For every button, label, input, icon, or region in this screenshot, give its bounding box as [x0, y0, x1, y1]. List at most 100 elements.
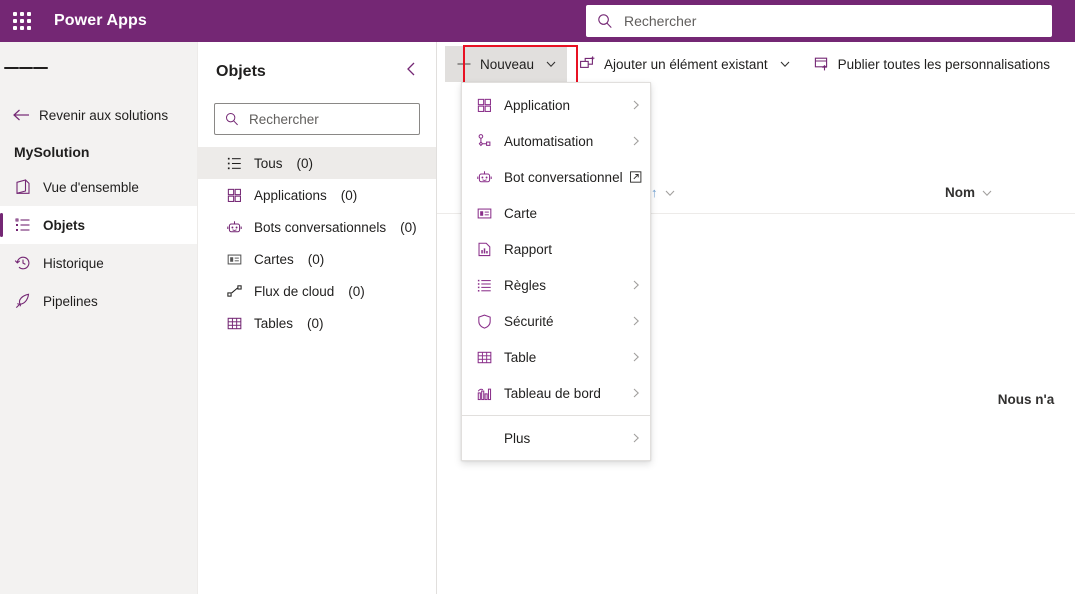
- column-header-name-label: Nom: [945, 185, 975, 200]
- brand-title[interactable]: Power Apps: [54, 12, 147, 30]
- filter-count-cloud-flows: (0): [348, 283, 365, 299]
- objects-panel: Objets Rechercher Tous (0) Applications …: [198, 42, 437, 594]
- history-clock-icon: [14, 256, 30, 270]
- menu-label-chatbot: Bot conversationnel: [504, 169, 623, 185]
- menu-item-rules[interactable]: Règles: [462, 267, 650, 303]
- chevron-left-icon[interactable]: [400, 56, 422, 87]
- menu-label-more: Plus: [504, 430, 531, 446]
- dashboard-chart-icon: [474, 383, 494, 403]
- sidebar-label-objects: Objets: [43, 217, 86, 233]
- table-icon: [227, 317, 242, 329]
- chevron-right-icon: [633, 388, 639, 398]
- filter-count-applications: (0): [340, 187, 358, 203]
- card-icon: [227, 254, 242, 264]
- rules-icon: [474, 275, 494, 295]
- hamburger-menu-icon[interactable]: [4, 46, 49, 90]
- command-bar: Nouveau Ajouter un élément existant Publ…: [437, 42, 1075, 86]
- filter-item-cards[interactable]: Cartes (0): [198, 243, 436, 275]
- rocket-icon: [15, 293, 30, 308]
- filter-label-all: Tous: [254, 155, 283, 171]
- new-dropdown-menu: Application Automatisation Bot conversat…: [461, 82, 651, 461]
- automation-icon: [474, 131, 494, 151]
- chevron-right-icon: [633, 316, 639, 326]
- filter-item-bots[interactable]: Bots conversationnels (0): [198, 211, 436, 243]
- menu-item-dashboard[interactable]: Tableau de bord: [462, 375, 650, 411]
- search-icon: [226, 113, 238, 126]
- filter-item-tables[interactable]: Tables (0): [198, 307, 436, 339]
- new-button[interactable]: Nouveau: [445, 46, 568, 82]
- objects-panel-title: Objets: [216, 62, 266, 80]
- column-header-name[interactable]: Nom: [945, 185, 993, 200]
- all-items-icon: [227, 157, 241, 169]
- chevron-right-icon: [633, 136, 639, 146]
- menu-item-chatbot[interactable]: Bot conversationnel: [462, 159, 650, 195]
- objects-search[interactable]: [214, 103, 420, 135]
- objects-filter-list: Tous (0) Applications (0) Bots conversat…: [198, 147, 436, 339]
- objects-panel-header: Objets: [198, 42, 436, 87]
- objects-search-input[interactable]: [249, 111, 410, 127]
- chevron-down-icon[interactable]: [981, 187, 993, 199]
- sidebar-item-objects[interactable]: Objets: [0, 206, 197, 244]
- sort-ascending-icon: ↑: [651, 185, 658, 200]
- menu-label-dashboard: Tableau de bord: [504, 385, 601, 401]
- menu-item-application[interactable]: Application: [462, 87, 650, 123]
- menu-item-table[interactable]: Table: [462, 339, 650, 375]
- global-search[interactable]: [586, 5, 1052, 37]
- sidebar-label-overview: Vue d'ensemble: [43, 179, 139, 195]
- filter-label-applications: Applications: [254, 187, 327, 203]
- back-to-solutions-label: Revenir aux solutions: [39, 107, 169, 123]
- menu-item-card[interactable]: Carte: [462, 195, 650, 231]
- app-launcher-icon[interactable]: [0, 0, 44, 42]
- table-icon: [474, 347, 494, 367]
- menu-item-report[interactable]: Rapport: [462, 231, 650, 267]
- plus-icon: [457, 57, 471, 71]
- chevron-right-icon: [633, 433, 639, 443]
- filter-count-all: (0): [296, 155, 314, 171]
- overview-icon: [16, 179, 30, 195]
- menu-label-security: Sécurité: [504, 313, 554, 329]
- menu-label-table: Table: [504, 349, 537, 365]
- apps-grid-icon: [474, 95, 494, 115]
- power-apps-window: Power Apps Revenir aux solutions MySolut…: [0, 0, 1075, 594]
- back-to-solutions-button[interactable]: Revenir aux solutions: [0, 98, 197, 132]
- chevron-down-icon[interactable]: [664, 187, 676, 199]
- global-search-input[interactable]: [624, 13, 1042, 29]
- filter-count-bots: (0): [400, 219, 417, 235]
- apps-grid-icon: [227, 188, 241, 202]
- search-icon: [598, 14, 612, 28]
- solution-name: MySolution: [14, 144, 90, 160]
- publish-icon: [814, 57, 827, 71]
- menu-label-application: Application: [504, 97, 571, 113]
- filter-count-cards: (0): [307, 251, 325, 267]
- filter-item-applications[interactable]: Applications (0): [198, 179, 436, 211]
- menu-item-automation[interactable]: Automatisation: [462, 123, 650, 159]
- filter-label-tables: Tables: [254, 315, 294, 331]
- sidebar-label-history: Historique: [43, 255, 104, 271]
- filter-label-bots: Bots conversationnels: [254, 219, 387, 235]
- chevron-right-icon: [633, 100, 639, 110]
- sidebar-item-overview[interactable]: Vue d'ensemble: [0, 168, 197, 206]
- open-in-new-window-icon: [629, 171, 641, 183]
- menu-item-security[interactable]: Sécurité: [462, 303, 650, 339]
- shield-icon: [474, 311, 494, 331]
- bot-icon: [227, 220, 242, 232]
- filter-item-all[interactable]: Tous (0): [198, 147, 436, 179]
- add-existing-button[interactable]: Ajouter un élément existant: [569, 46, 801, 82]
- filter-label-cloud-flows: Flux de cloud: [254, 283, 335, 299]
- menu-label-card: Carte: [504, 205, 538, 221]
- main-content: Nouveau Ajouter un élément existant Publ…: [437, 42, 1075, 594]
- sidebar-item-pipelines[interactable]: Pipelines: [0, 282, 197, 320]
- filter-item-cloud-flows[interactable]: Flux de cloud (0): [198, 275, 436, 307]
- menu-item-more[interactable]: Plus: [462, 420, 650, 456]
- new-button-label: Nouveau: [480, 56, 535, 72]
- add-existing-icon: [580, 56, 595, 68]
- chevron-right-icon: [633, 352, 639, 362]
- left-navigation: Revenir aux solutions MySolution Vue d'e…: [0, 42, 198, 594]
- cloud-flow-icon: [227, 284, 242, 297]
- suite-header: Power Apps: [0, 0, 1075, 42]
- publish-all-button[interactable]: Publier toutes les personnalisations: [803, 46, 1060, 82]
- add-existing-label: Ajouter un élément existant: [604, 56, 768, 72]
- sidebar-item-history[interactable]: Historique: [0, 244, 197, 282]
- bot-icon: [474, 167, 494, 187]
- arrow-left-icon: [13, 109, 29, 121]
